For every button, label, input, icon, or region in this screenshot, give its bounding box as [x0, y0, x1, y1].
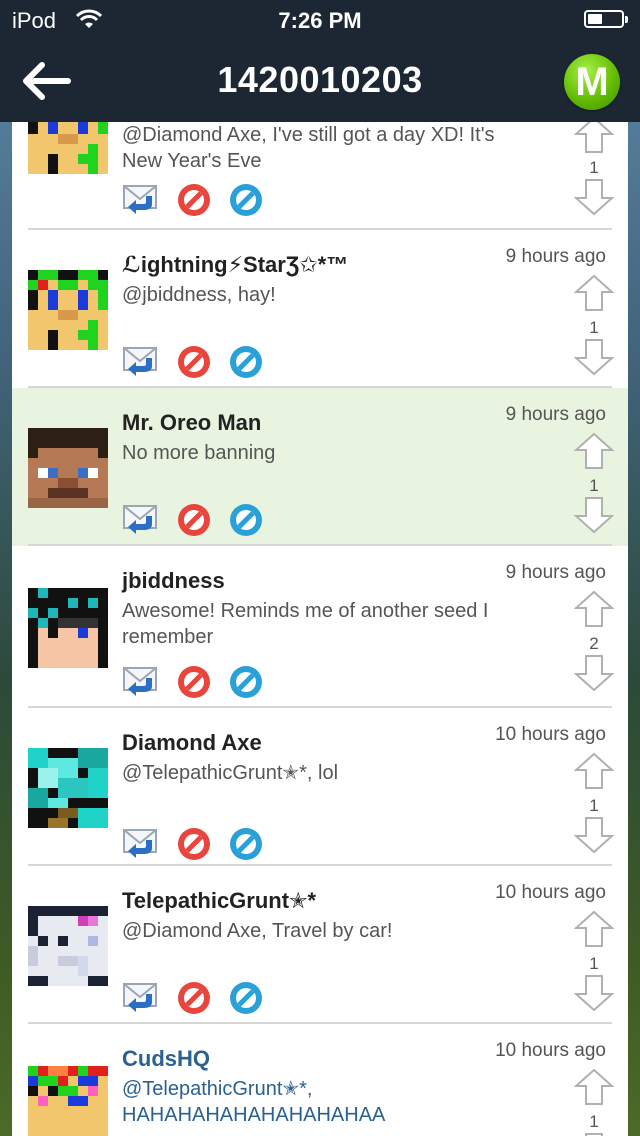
feed-post: Diamond Axe 10 hours ago @TelepathicGrun…: [12, 708, 628, 866]
vote-count: 1: [589, 796, 599, 815]
downvote-arrow-icon[interactable]: [574, 496, 614, 534]
post-author[interactable]: ℒightning⚡StarƷ✩*™: [122, 252, 348, 278]
downvote-arrow-icon[interactable]: [574, 654, 614, 692]
post-author[interactable]: jbiddness: [122, 568, 225, 594]
feed-post: jbiddness 9 hours ago Awesome! Reminds m…: [12, 546, 628, 708]
post-time: 9 hours ago: [505, 246, 606, 267]
post-actions: [122, 664, 272, 704]
post-author[interactable]: TelepathicGrunt✭*: [122, 888, 316, 914]
upvote-arrow-icon[interactable]: [574, 752, 614, 790]
post-message: @jbiddness, hay!: [122, 284, 276, 306]
feed-list[interactable]: @Diamond Axe, I've still got a day XD! I…: [12, 122, 628, 1136]
avatar: [28, 270, 108, 350]
status-bar: iPod 7:26 PM: [0, 0, 640, 40]
feed-post: Mr. Oreo Man 9 hours ago No more banning…: [12, 388, 628, 546]
vote-count: 1: [589, 1112, 599, 1131]
block-icon[interactable]: [228, 826, 264, 862]
block-icon[interactable]: [228, 980, 264, 1016]
feed-post: ℒightning⚡StarƷ✩*™ 9 hours ago @jbiddnes…: [12, 230, 628, 388]
avatar: [28, 428, 108, 508]
post-author[interactable]: CudsHQ: [122, 1046, 210, 1072]
post-time: 10 hours ago: [495, 882, 606, 903]
ban-icon[interactable]: [176, 182, 212, 218]
avatar: [28, 588, 108, 668]
upvote-arrow-icon[interactable]: [574, 432, 614, 470]
ban-icon[interactable]: [176, 664, 212, 700]
upvote-arrow-icon[interactable]: [574, 274, 614, 312]
ban-icon[interactable]: [176, 344, 212, 380]
ban-icon[interactable]: [176, 826, 212, 862]
reply-icon[interactable]: [122, 826, 160, 860]
post-actions: [122, 980, 272, 1020]
vote-count: 1: [589, 318, 599, 337]
feed-post: TelepathicGrunt✭* 10 hours ago @Diamond …: [12, 866, 628, 1024]
post-message: No more banning: [122, 442, 276, 464]
vote-count: 2: [589, 634, 599, 653]
clock: 7:26 PM: [278, 8, 362, 33]
feed-post: CudsHQ 10 hours ago @TelepathicGrunt✭*, …: [12, 1024, 628, 1136]
downvote-arrow-icon[interactable]: [574, 816, 614, 854]
post-author[interactable]: Mr. Oreo Man: [122, 410, 261, 436]
reply-icon[interactable]: [122, 502, 160, 536]
block-icon[interactable]: [228, 502, 264, 538]
post-message: @Diamond Axe, I've still got a day XD! I…: [122, 124, 495, 172]
avatar: [28, 748, 108, 828]
post-actions: [122, 182, 272, 222]
downvote-arrow-icon[interactable]: [574, 1132, 614, 1136]
vote-count: 1: [589, 158, 599, 177]
avatar: [28, 122, 108, 174]
reply-icon[interactable]: [122, 980, 160, 1014]
post-time: 9 hours ago: [505, 562, 606, 583]
reply-icon[interactable]: [122, 182, 160, 216]
downvote-arrow-icon[interactable]: [574, 338, 614, 376]
upvote-arrow-icon[interactable]: [574, 122, 614, 154]
vote-count: 1: [589, 476, 599, 495]
upvote-arrow-icon[interactable]: [574, 1068, 614, 1106]
upvote-arrow-icon[interactable]: [574, 910, 614, 948]
downvote-arrow-icon[interactable]: [574, 974, 614, 1012]
downvote-arrow-icon[interactable]: [574, 178, 614, 216]
ban-icon[interactable]: [176, 980, 212, 1016]
post-message: @TelepathicGrunt✭*, HAHAHAHAHAHAHAHAHAA: [122, 1078, 386, 1126]
battery-icon: [584, 10, 628, 28]
block-icon[interactable]: [228, 664, 264, 700]
app-logo-button[interactable]: M: [564, 54, 620, 110]
reply-icon[interactable]: [122, 344, 160, 378]
vote-count: 1: [589, 954, 599, 973]
post-message: Awesome! Reminds me of another seed I re…: [122, 600, 489, 648]
block-icon[interactable]: [228, 344, 264, 380]
post-message: @Diamond Axe, Travel by car!: [122, 920, 393, 942]
ban-icon[interactable]: [176, 502, 212, 538]
post-actions: [122, 502, 272, 542]
block-icon[interactable]: [228, 182, 264, 218]
post-author[interactable]: Diamond Axe: [122, 730, 262, 756]
post-actions: [122, 826, 272, 866]
reply-icon[interactable]: [122, 664, 160, 698]
post-message: @TelepathicGrunt✭*, lol: [122, 762, 339, 784]
nav-bar: 1420010203 M: [0, 40, 640, 122]
avatar: [28, 906, 108, 986]
avatar: [28, 1066, 108, 1136]
upvote-arrow-icon[interactable]: [574, 590, 614, 628]
post-time: 9 hours ago: [505, 404, 606, 425]
post-actions: [122, 344, 272, 384]
post-time: 10 hours ago: [495, 724, 606, 745]
page-title: 1420010203: [217, 59, 423, 100]
feed-post: @Diamond Axe, I've still got a day XD! I…: [12, 122, 628, 230]
post-time: 10 hours ago: [495, 1040, 606, 1061]
